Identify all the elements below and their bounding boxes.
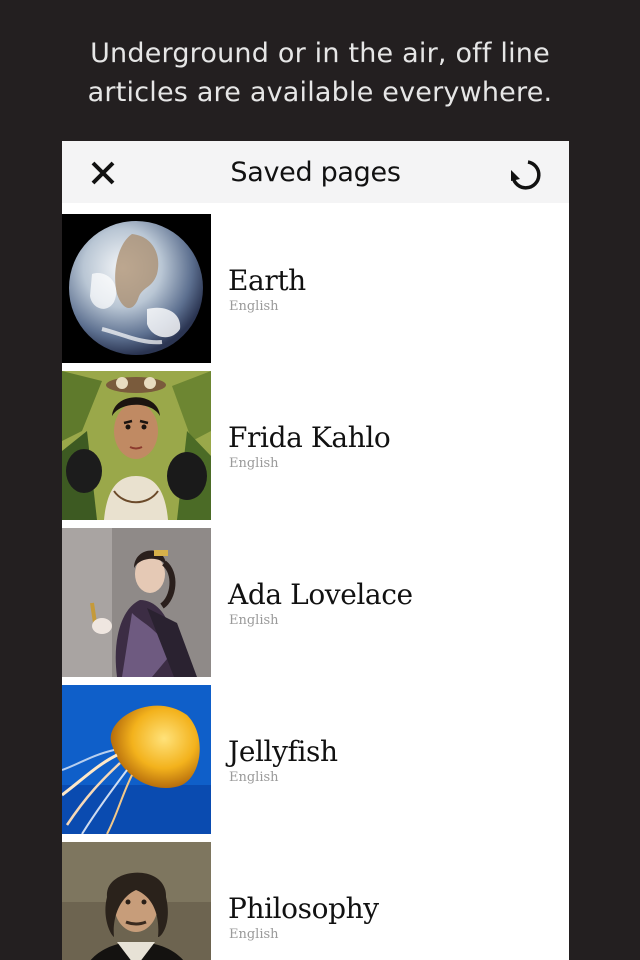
page-language: English — [229, 299, 279, 314]
philosophy-thumbnail — [62, 842, 211, 960]
list-item[interactable]: Ada Lovelace English — [62, 528, 569, 685]
jellyfish-thumbnail — [62, 685, 211, 834]
page-language: English — [229, 613, 279, 628]
page-language: English — [229, 770, 279, 785]
app-screen: Saved pages Earth English Frida Kahlo En… — [62, 141, 569, 960]
page-title-text: Philosophy — [228, 892, 379, 925]
page-language: English — [229, 456, 279, 471]
tagline: Underground or in the air, off line arti… — [0, 34, 640, 112]
saved-pages-list: Earth English Frida Kahlo English Ada Lo… — [62, 214, 569, 960]
page-title: Saved pages — [230, 157, 401, 188]
page-title-text: Earth — [228, 264, 306, 297]
refresh-button[interactable] — [508, 157, 542, 191]
list-item[interactable]: Earth English — [62, 214, 569, 371]
page-title-text: Ada Lovelace — [228, 578, 413, 611]
ada-lovelace-thumbnail — [62, 528, 211, 677]
page-title-text: Frida Kahlo — [228, 421, 391, 454]
list-item[interactable]: Jellyfish English — [62, 685, 569, 842]
tagline-line-2: articles are available everywhere. — [87, 77, 553, 108]
list-item[interactable]: Philosophy English — [62, 842, 569, 960]
refresh-icon — [511, 160, 541, 190]
frida-kahlo-thumbnail — [62, 371, 211, 520]
list-item[interactable]: Frida Kahlo English — [62, 371, 569, 528]
navigation-bar: Saved pages — [62, 141, 569, 203]
earth-thumbnail — [62, 214, 211, 363]
page-language: English — [229, 927, 279, 942]
page-title-text: Jellyfish — [228, 735, 338, 768]
tagline-line-1: Underground or in the air, off line — [90, 38, 550, 69]
